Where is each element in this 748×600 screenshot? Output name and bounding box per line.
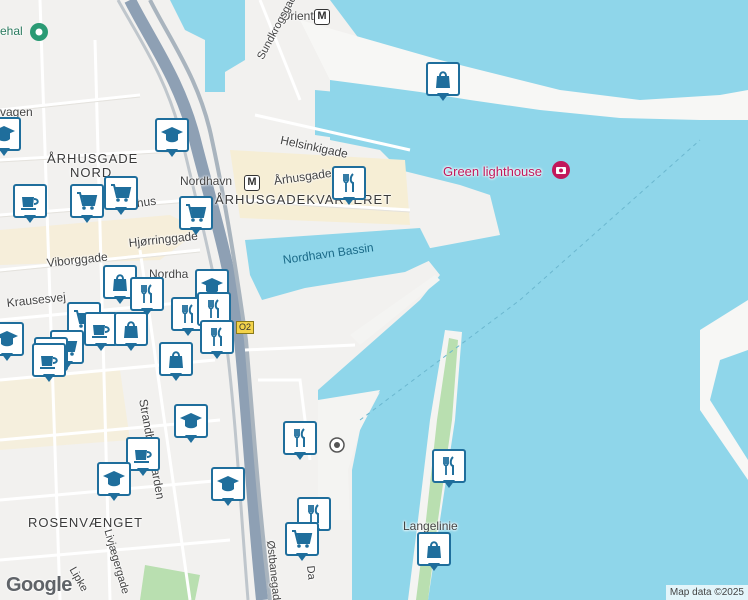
road-shield: O2 — [236, 321, 255, 334]
poi-marker-cafe[interactable] — [32, 343, 66, 385]
school-icon — [103, 471, 125, 487]
camera-icon[interactable] — [551, 160, 571, 180]
label-rosenvaenget: ROSENVÆNGET — [28, 515, 144, 530]
shopping-bag-icon — [113, 274, 127, 291]
school-icon — [180, 413, 202, 429]
cafe-icon — [40, 356, 58, 369]
poi-marker-restaurant[interactable] — [200, 320, 234, 362]
shopping-cart-icon — [111, 184, 132, 202]
shopping-bag-icon — [436, 71, 450, 88]
poi-marker-school[interactable] — [0, 117, 21, 159]
school-icon — [0, 331, 18, 347]
school-icon — [0, 126, 15, 142]
shopping-cart-icon — [292, 530, 313, 548]
restaurant-icon — [443, 456, 454, 475]
school-icon — [161, 127, 183, 143]
map-canvas[interactable]: Orientkaj M Sundkrogsgade Helsinkigade G… — [0, 0, 748, 600]
location-pin-icon[interactable] — [29, 22, 49, 42]
poi-marker-cafe[interactable] — [84, 312, 118, 354]
shopping-bag-icon — [169, 351, 183, 368]
shopping-cart-icon — [77, 192, 98, 210]
poi-marker-shopping[interactable] — [417, 532, 451, 574]
shopping-cart-icon — [186, 204, 207, 222]
park-green — [140, 565, 200, 600]
label-da: Da — [304, 565, 318, 581]
google-logo: Google — [6, 574, 72, 596]
label-ehal: ehal — [0, 24, 23, 38]
shopping-bag-icon — [427, 541, 441, 558]
restaurant-icon — [294, 428, 305, 447]
poi-marker-restaurant[interactable] — [283, 421, 317, 463]
label-aarhusgade-nord-1: ÅRHUSGADE — [47, 151, 139, 166]
ferry-terminal-icon[interactable] — [329, 437, 345, 453]
label-green-lighthouse: Green lighthouse — [443, 164, 543, 179]
map-data-attribution[interactable]: Map data ©2025 — [665, 585, 748, 600]
poi-marker-shopping[interactable] — [426, 62, 460, 104]
restaurant-icon — [343, 173, 354, 192]
metro-icon-orientkaj[interactable]: M — [314, 9, 330, 25]
restaurant-icon — [208, 299, 219, 318]
poi-marker-cafe[interactable] — [126, 437, 160, 479]
poi-marker-school[interactable] — [155, 118, 189, 160]
label-nordhavn-station: Nordhavn — [180, 174, 233, 188]
poi-marker-restaurant[interactable] — [432, 449, 466, 491]
metro-icon-nordhavn[interactable]: M — [244, 175, 260, 191]
restaurant-icon — [141, 284, 152, 303]
poi-marker-shopping[interactable] — [159, 342, 193, 384]
poi-marker-shopping[interactable] — [114, 312, 148, 354]
school-icon — [217, 476, 239, 492]
poi-marker-cafe[interactable] — [13, 184, 47, 226]
label-langelinie: Langelinie — [403, 519, 458, 533]
shopping-bag-icon — [124, 321, 138, 338]
poi-marker-grocery[interactable] — [179, 196, 213, 238]
poi-marker-school[interactable] — [0, 322, 24, 364]
poi-marker-grocery[interactable] — [104, 176, 138, 218]
poi-marker-school[interactable] — [211, 467, 245, 509]
cafe-icon — [92, 325, 110, 338]
poi-marker-grocery[interactable] — [70, 184, 104, 226]
nordhavn-bassin-water — [245, 228, 435, 300]
cafe-icon — [134, 450, 152, 463]
inner-basin-channel — [205, 52, 225, 92]
poi-marker-school[interactable] — [97, 462, 131, 504]
restaurant-icon — [211, 327, 222, 346]
cafe-icon — [21, 197, 39, 210]
poi-marker-school[interactable] — [174, 404, 208, 446]
poi-marker-grocery[interactable] — [285, 522, 319, 564]
poi-marker-restaurant[interactable] — [332, 166, 366, 208]
